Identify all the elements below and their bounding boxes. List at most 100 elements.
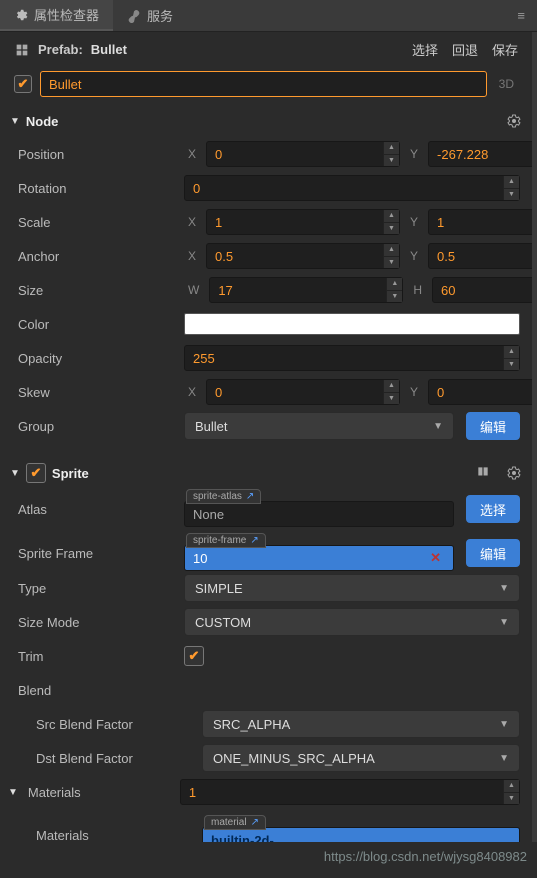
skew-y-input[interactable] — [428, 379, 537, 405]
docs-icon[interactable] — [476, 465, 492, 481]
save-button[interactable]: 保存 — [492, 40, 518, 59]
group-row: Group Bullet▼ 编辑 — [18, 409, 520, 443]
atlas-select-button[interactable]: 选择 — [466, 495, 520, 523]
opacity-row: Opacity ▲▼ — [18, 341, 520, 375]
caret-down-icon[interactable]: ▼ — [8, 787, 18, 798]
anchor-row: Anchor X ▲▼ Y ▲▼ — [18, 239, 520, 273]
material-tag: material↗ — [204, 815, 266, 830]
node-enabled-checkbox[interactable] — [14, 75, 32, 93]
atlas-tag: sprite-atlas↗ — [186, 489, 261, 504]
scale-y-input[interactable] — [428, 209, 537, 235]
size-w-input[interactable] — [209, 277, 403, 303]
atlas-asset[interactable]: None — [184, 501, 454, 527]
chevron-down-icon: ▼ — [499, 583, 509, 594]
dstblend-label: Dst Blend Factor — [18, 751, 196, 766]
group-label: Group — [18, 419, 178, 434]
atlas-label: Atlas — [18, 502, 178, 517]
node-gear-icon[interactable] — [506, 113, 522, 129]
tab-inspector-label: 属性检查器 — [34, 5, 99, 24]
revert-button[interactable]: 回退 — [452, 40, 478, 59]
link-icon — [127, 9, 141, 23]
scale-row: Scale X ▲▼ Y ▲▼ — [18, 205, 520, 239]
position-label: Position — [18, 147, 178, 162]
external-icon: ↗ — [251, 817, 259, 828]
position-y-input[interactable] — [428, 141, 537, 167]
tab-inspector[interactable]: 属性检查器 — [0, 0, 113, 31]
trim-label: Trim — [18, 649, 178, 664]
axis-y-label: Y — [406, 147, 422, 161]
color-row: Color — [18, 307, 520, 341]
tab-services-label: 服务 — [147, 6, 173, 25]
anchor-x-input[interactable] — [206, 243, 400, 269]
node-name-input[interactable] — [40, 71, 487, 97]
type-select[interactable]: SIMPLE▼ — [184, 574, 520, 602]
caret-down-icon: ▼ — [10, 468, 20, 479]
opacity-input[interactable] — [184, 345, 520, 371]
prefab-actions: 选择 回退 保存 — [412, 40, 518, 59]
materials-item-row: Materials material↗ builtin-2d- — [18, 817, 520, 842]
sprite-gear-icon[interactable] — [506, 465, 522, 481]
spriteframe-asset[interactable]: 10✕ — [184, 545, 454, 571]
select-button[interactable]: 选择 — [412, 40, 438, 59]
spriteframe-tag: sprite-frame↗ — [186, 533, 266, 548]
scale-x-input[interactable] — [206, 209, 400, 235]
skew-label: Skew — [18, 385, 178, 400]
materials-item-label: Materials — [18, 828, 196, 843]
size-h-input[interactable] — [432, 277, 537, 303]
tab-bar: 属性检查器 服务 ≡ — [0, 0, 537, 32]
dstblend-select[interactable]: ONE_MINUS_SRC_ALPHA▼ — [202, 744, 520, 772]
external-icon: ↗ — [246, 491, 254, 502]
opacity-label: Opacity — [18, 351, 178, 366]
prefab-header: Prefab: Bullet 选择 回退 保存 — [0, 32, 532, 67]
spriteframe-edit-button[interactable]: 编辑 — [466, 539, 520, 567]
rotation-row: Rotation ▲▼ — [18, 171, 520, 205]
srcblend-select[interactable]: SRC_ALPHA▼ — [202, 710, 520, 738]
color-picker[interactable] — [184, 313, 520, 335]
dimension-toggle[interactable]: 3D — [495, 77, 518, 91]
spinner[interactable]: ▲▼ — [503, 176, 519, 200]
blend-label: Blend — [18, 683, 178, 698]
sprite-section-header[interactable]: ▼ Sprite — [0, 457, 532, 489]
trim-checkbox[interactable] — [184, 646, 204, 666]
color-label: Color — [18, 317, 178, 332]
watermark: https://blog.csdn.net/wjysg8408982 — [324, 849, 527, 864]
group-edit-button[interactable]: 编辑 — [466, 412, 520, 440]
name-row: 3D — [0, 67, 532, 107]
trim-row: Trim — [18, 639, 520, 673]
caret-down-icon: ▼ — [10, 116, 20, 127]
node-section-header[interactable]: ▼ Node — [0, 107, 532, 135]
external-icon: ↗ — [250, 535, 258, 546]
srcblend-label: Src Blend Factor — [18, 717, 196, 732]
dstblend-row: Dst Blend Factor ONE_MINUS_SRC_ALPHA▼ — [18, 741, 520, 775]
spriteframe-row: Sprite Frame sprite-frame↗ 10✕ 编辑 — [18, 535, 520, 571]
srcblend-row: Src Blend Factor SRC_ALPHA▼ — [18, 707, 520, 741]
type-row: Type SIMPLE▼ — [18, 571, 520, 605]
clear-icon[interactable]: ✕ — [426, 550, 445, 566]
size-row: Size W ▲▼ H ▲▼ — [18, 273, 520, 307]
skew-row: Skew X ▲▼ Y ▲▼ — [18, 375, 520, 409]
rotation-label: Rotation — [18, 181, 178, 196]
chevron-down-icon: ▼ — [499, 719, 509, 730]
tab-services[interactable]: 服务 — [113, 0, 187, 31]
rotation-input[interactable] — [184, 175, 520, 201]
blend-row: Blend — [18, 673, 520, 707]
prefab-label: Prefab: — [38, 42, 83, 57]
materials-row: ▼ Materials ▲▼ — [18, 775, 520, 809]
materials-count-input[interactable] — [180, 779, 520, 805]
chevron-down-icon: ▼ — [499, 617, 509, 628]
anchor-y-input[interactable] — [428, 243, 537, 269]
sizemode-select[interactable]: CUSTOM▼ — [184, 608, 520, 636]
skew-x-input[interactable] — [206, 379, 400, 405]
chevron-down-icon: ▼ — [433, 421, 443, 432]
menu-icon[interactable]: ≡ — [505, 8, 537, 23]
spinner[interactable]: ▲▼ — [383, 142, 399, 166]
anchor-label: Anchor — [18, 249, 178, 264]
group-select[interactable]: Bullet▼ — [184, 412, 454, 440]
position-x-input[interactable] — [206, 141, 400, 167]
type-label: Type — [18, 581, 178, 596]
node-section-body: Position X ▲▼ Y ▲▼ Rotation ▲▼ Scale X ▲… — [0, 135, 532, 447]
scale-label: Scale — [18, 215, 178, 230]
sprite-enabled-checkbox[interactable] — [26, 463, 46, 483]
sprite-section-body: Atlas sprite-atlas↗ None 选择 Sprite Frame… — [0, 489, 532, 842]
size-label: Size — [18, 283, 178, 298]
